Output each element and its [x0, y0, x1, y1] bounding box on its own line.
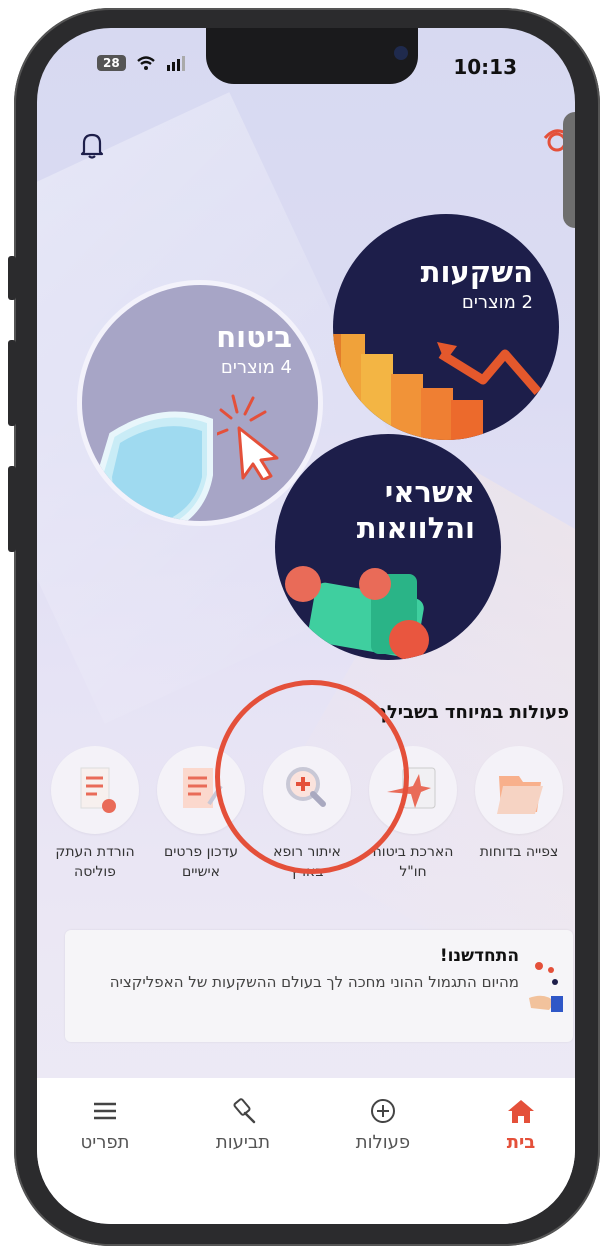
cursor-click-icon [217, 394, 279, 480]
home-icon [508, 1100, 534, 1123]
menu-icon [94, 1102, 116, 1120]
insurance-title: ביטוח [216, 320, 292, 354]
news-body: מהיום התגמול ההוני מחכה לך בעולם ההשקעות… [109, 973, 519, 991]
volume-up-button [8, 340, 16, 426]
highlight-ring [215, 680, 409, 874]
money-illustration [285, 566, 429, 660]
news-title: התחדשנו! [439, 946, 519, 966]
credit-loans-title: אשראי והלוואות [356, 475, 475, 545]
nav-claims[interactable]: תביעות [193, 1096, 293, 1153]
app-screen: 28 10:13 השקעות 2 מוצרים ביטוח 4 מוצרים [37, 28, 575, 1224]
bell-icon[interactable] [79, 130, 105, 160]
folder-icon [475, 746, 563, 834]
action-download-policy[interactable]: הורדת העתק פוליסה [45, 746, 145, 882]
news-banner[interactable]: התחדשנו! מהיום התגמול ההוני מחכה לך בעול… [65, 930, 573, 1042]
nav-label: בית [506, 1132, 536, 1153]
notch [206, 28, 418, 84]
wifi-icon [136, 56, 155, 70]
hammer-icon [233, 1098, 256, 1124]
investments-title: השקעות [420, 255, 533, 289]
side-drawer-handle[interactable] [563, 112, 575, 228]
nav-home[interactable]: בית [471, 1096, 571, 1153]
coins-hand-icon [529, 962, 563, 1012]
volume-down-button [8, 466, 16, 552]
investments-card[interactable]: השקעות 2 מוצרים [333, 214, 559, 440]
signal-icon [166, 56, 185, 71]
action-label: צפייה בדוחות [479, 844, 559, 860]
mute-switch [8, 256, 16, 300]
section-title: פעולות במיוחד בשבילך [376, 702, 569, 723]
camera-icon [394, 46, 408, 60]
credit-loans-card[interactable]: אשראי והלוואות [275, 434, 501, 660]
status-time: 10:13 [453, 55, 517, 79]
nav-label: תביעות [215, 1132, 271, 1153]
action-label: עדכון פרטים אישיים [163, 844, 239, 880]
action-label: הורדת העתק פוליסה [55, 844, 135, 880]
insurance-subtitle: 4 מוצרים [220, 357, 292, 378]
nav-label: תפריט [80, 1132, 130, 1153]
plus-circle-icon [371, 1099, 395, 1123]
bottom-navigation: בית פעולות תביעות תפריט [37, 1078, 575, 1224]
investments-subtitle: 2 מוצרים [461, 292, 533, 313]
nav-actions[interactable]: פעולות [333, 1096, 433, 1153]
nav-label: פעולות [355, 1132, 411, 1153]
bar-chart-illustration [333, 334, 542, 440]
nav-menu[interactable]: תפריט [55, 1096, 155, 1153]
policy-download-icon [51, 746, 139, 834]
battery-icon: 28 [97, 55, 126, 71]
action-view-reports[interactable]: צפייה בדוחות [469, 746, 569, 862]
status-icons: 28 [97, 55, 188, 71]
